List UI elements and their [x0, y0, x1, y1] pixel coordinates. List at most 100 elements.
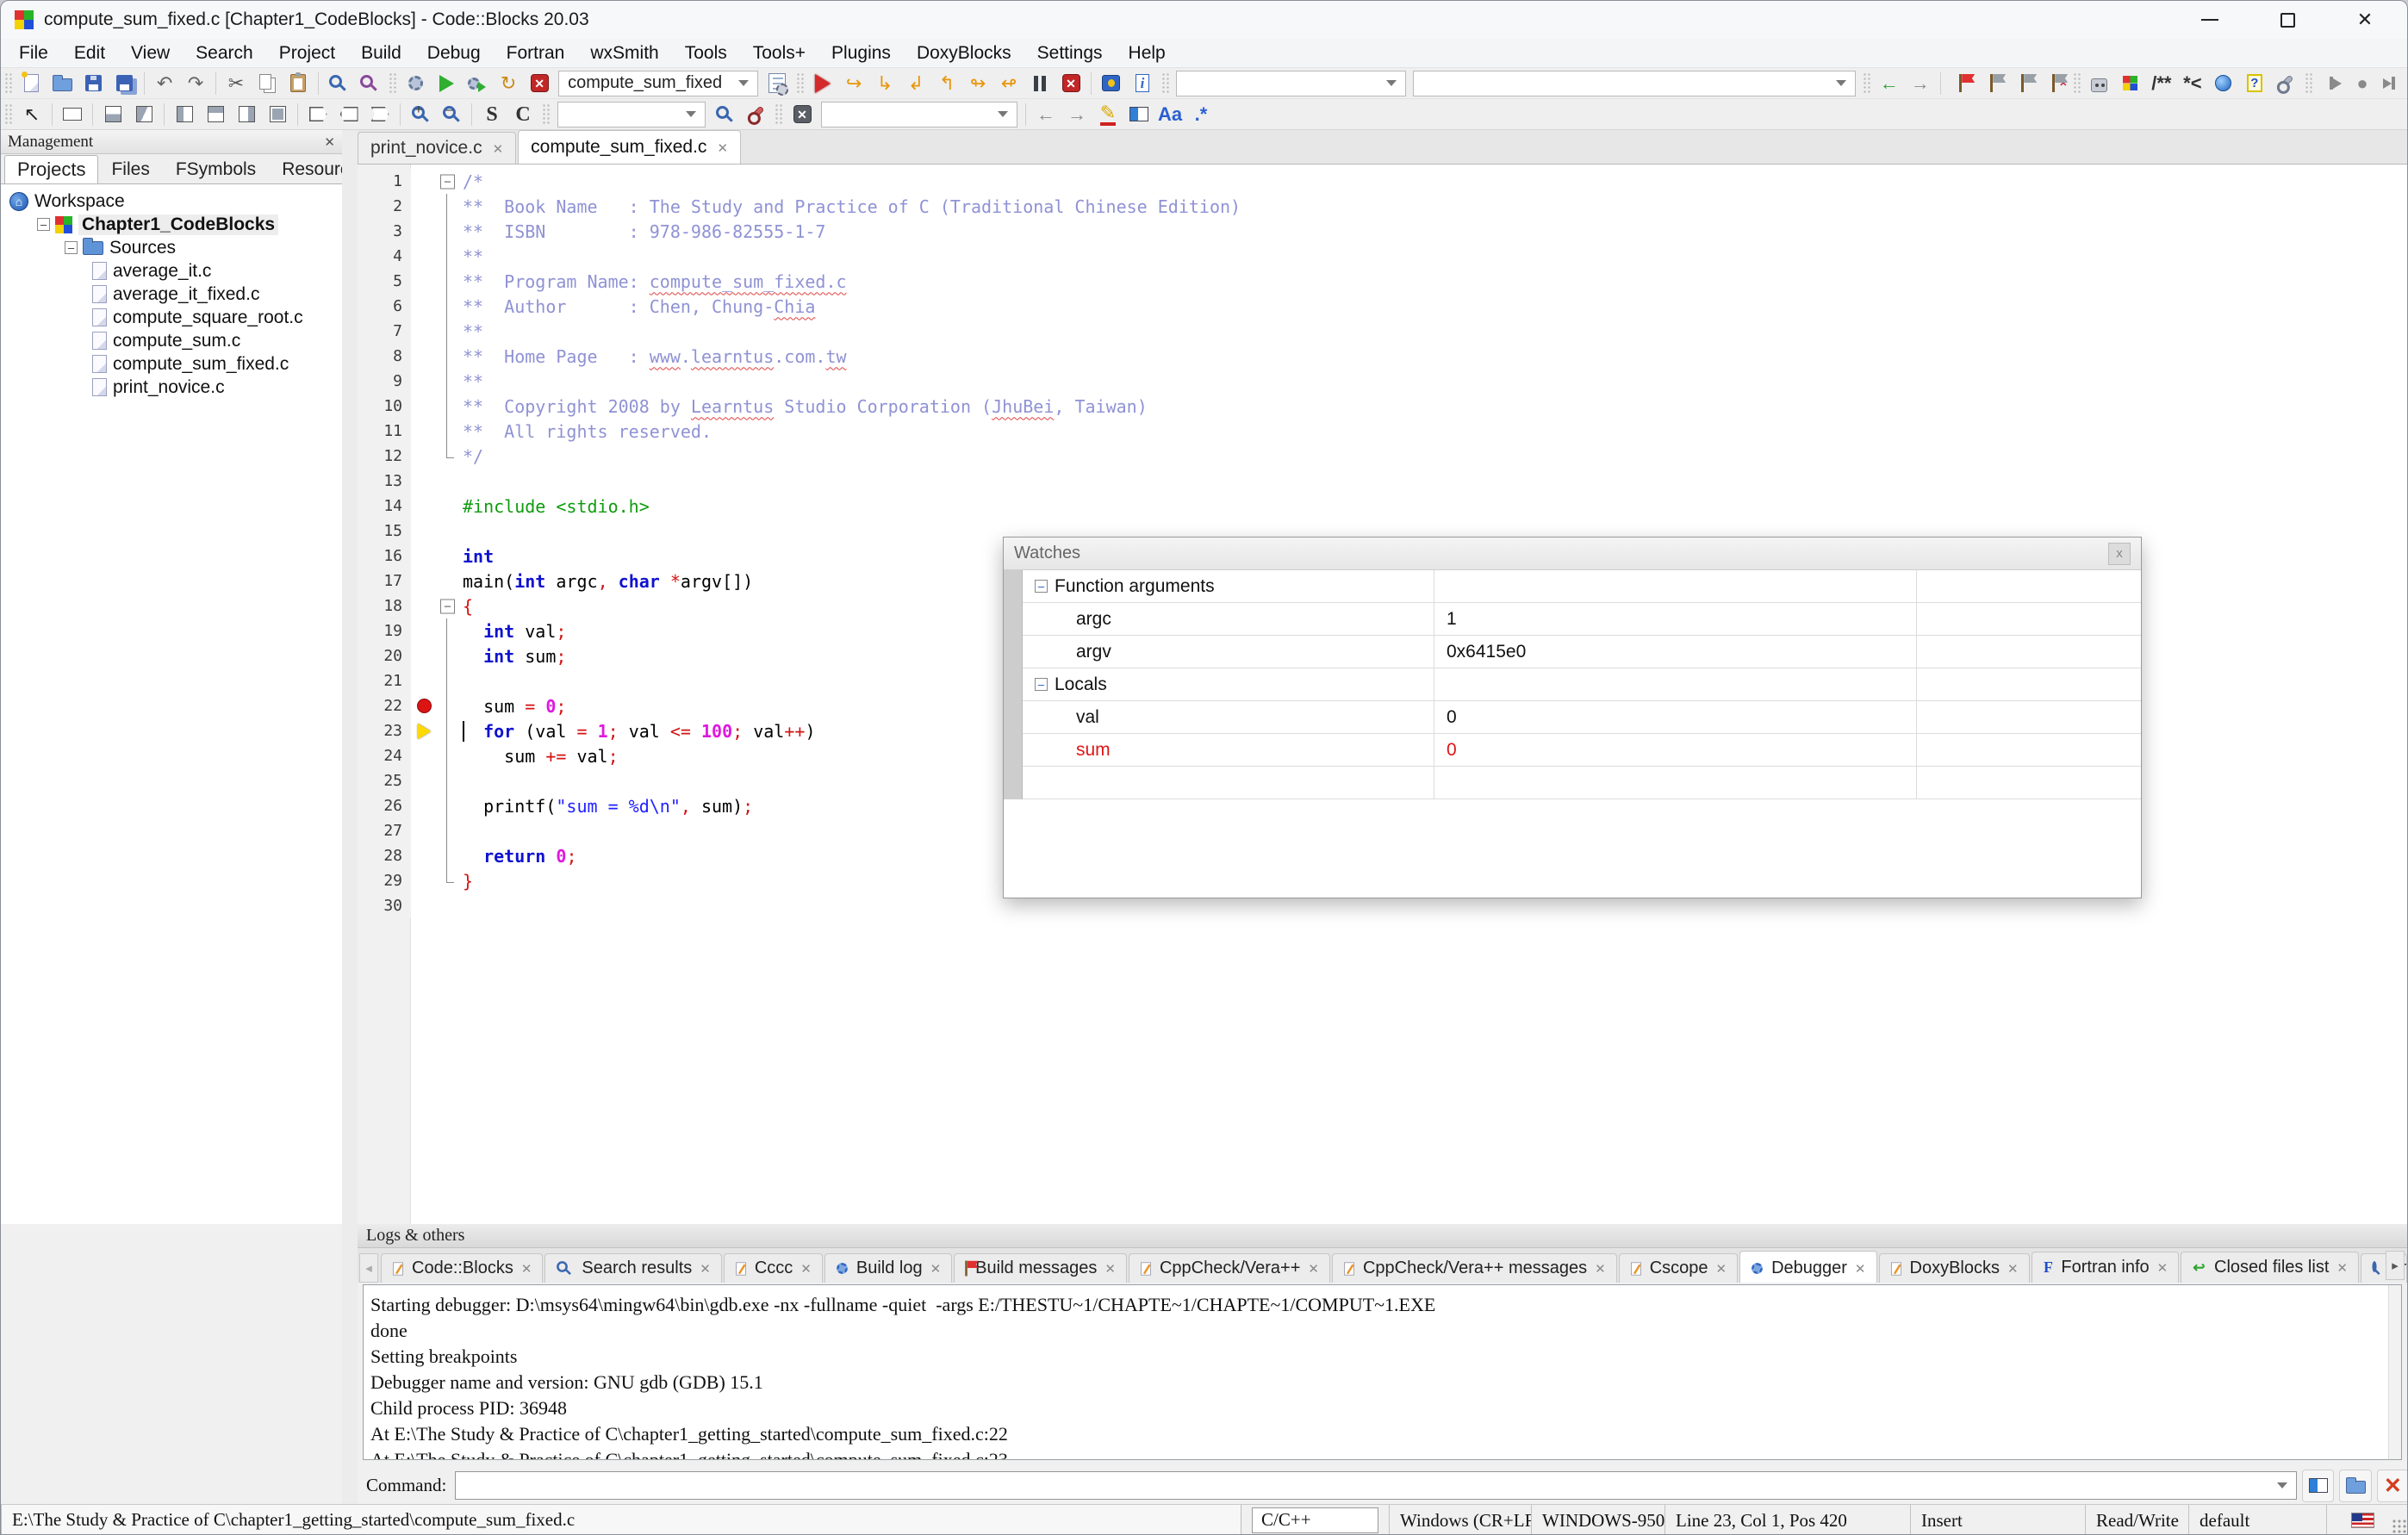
step-into-instruction-icon[interactable]: ↫	[993, 70, 1024, 97]
expander-icon[interactable]	[1035, 678, 1048, 691]
tab-close-icon[interactable]	[2157, 1258, 2168, 1277]
watch-row-locals[interactable]: Locals	[1023, 668, 2141, 701]
code-line-13[interactable]: 13	[358, 469, 2407, 494]
breakpoint-icon[interactable]	[416, 699, 432, 713]
box-left-icon[interactable]	[302, 101, 333, 128]
log-tab-doxyblocks[interactable]: DoxyBlocks	[1878, 1253, 2030, 1283]
line-marker-margin[interactable]	[411, 868, 437, 893]
build-target-combo[interactable]: compute_sum_fixed	[558, 70, 758, 96]
tab-close-icon[interactable]	[1855, 1258, 1866, 1278]
menu-tools-[interactable]: Tools+	[740, 39, 818, 67]
incsearch-next-icon[interactable]	[2378, 70, 2407, 97]
toolbar-grip[interactable]	[4, 71, 13, 95]
doxy-comment-line-icon[interactable]: *<	[2177, 70, 2208, 97]
paste-icon[interactable]	[283, 70, 314, 97]
line-marker-margin[interactable]	[411, 743, 437, 768]
step-out-icon[interactable]: ↰	[931, 70, 962, 97]
line-marker-margin[interactable]	[411, 494, 437, 519]
box-middle-icon[interactable]	[333, 101, 364, 128]
tree-item-workspace[interactable]: Workspace	[1, 190, 342, 213]
code-line-6[interactable]: 6 ** Author : Chen, Chung- Chia	[358, 294, 2407, 319]
line-marker-margin[interactable]	[411, 269, 437, 294]
line-marker-margin[interactable]	[411, 718, 437, 743]
doxy-run-chm-icon[interactable]	[2239, 70, 2270, 97]
tab-close-icon[interactable]	[717, 137, 728, 158]
close-search-icon[interactable]	[787, 101, 818, 128]
line-marker-margin[interactable]	[411, 294, 437, 319]
toolbar-grip[interactable]	[542, 103, 551, 126]
goto-back-icon[interactable]: ←	[1874, 70, 1905, 97]
close-button[interactable]	[2345, 5, 2385, 34]
line-marker-margin[interactable]	[411, 319, 437, 344]
menu-build[interactable]: Build	[348, 39, 414, 67]
tab-close-icon[interactable]	[2336, 1258, 2348, 1277]
menu-tools[interactable]: Tools	[672, 39, 740, 67]
log-tab-cscope[interactable]: Cscope	[1618, 1253, 1739, 1283]
line-marker-margin[interactable]	[411, 194, 437, 219]
tab-close-icon[interactable]	[700, 1258, 711, 1278]
line-marker-margin[interactable]	[411, 469, 437, 494]
redo-icon[interactable]: ↷	[180, 70, 211, 97]
maximize-button[interactable]	[2268, 5, 2307, 34]
minimize-button[interactable]	[2190, 5, 2230, 34]
build-and-run-icon[interactable]	[462, 70, 493, 97]
undo-icon[interactable]: ↶	[149, 70, 180, 97]
style-s-icon[interactable]: S	[476, 101, 507, 128]
tab-close-icon[interactable]	[800, 1258, 812, 1278]
style-c-icon[interactable]: C	[507, 101, 538, 128]
clear-log-button[interactable]	[2376, 1469, 2407, 1502]
save-icon[interactable]	[78, 70, 109, 97]
line-marker-margin[interactable]	[411, 519, 437, 544]
rebuild-icon[interactable]: ↻	[493, 70, 524, 97]
tree-item-average-it-c[interactable]: average_it.c	[1, 259, 342, 283]
line-marker-margin[interactable]	[411, 768, 437, 793]
next-bookmark-icon[interactable]	[2007, 70, 2038, 97]
line-marker-margin[interactable]	[411, 793, 437, 818]
tab-close-icon[interactable]	[930, 1258, 942, 1278]
regex-icon[interactable]: .*	[1185, 101, 1216, 128]
line-marker-margin[interactable]	[411, 344, 437, 369]
command-input[interactable]	[455, 1471, 2298, 1500]
tab-close-icon[interactable]	[1595, 1258, 1606, 1278]
expander-icon[interactable]	[1035, 580, 1048, 593]
toolbar-grip[interactable]	[795, 71, 805, 95]
stop-debugger-icon[interactable]	[1055, 70, 1086, 97]
wxsmith-frame-icon[interactable]	[57, 101, 88, 128]
panel-splitter[interactable]	[342, 130, 358, 1504]
find-icon[interactable]	[323, 70, 354, 97]
doxy-extract-docs-icon[interactable]	[2084, 70, 2115, 97]
line-marker-margin[interactable]	[411, 668, 437, 693]
line-marker-margin[interactable]	[411, 593, 437, 618]
line-marker-margin[interactable]	[411, 893, 437, 918]
log-tab-build-log[interactable]: Build log	[824, 1253, 953, 1283]
zoom-out-icon[interactable]	[436, 101, 467, 128]
tab-close-icon[interactable]	[521, 1258, 532, 1278]
build-icon[interactable]	[400, 70, 431, 97]
menu-help[interactable]: Help	[1116, 39, 1179, 67]
selected-text-only-icon[interactable]	[1123, 101, 1154, 128]
code-line-5[interactable]: 5 ** Program Name: compute_sum_fixed.c	[358, 269, 2407, 294]
debug-info-icon[interactable]	[1127, 70, 1158, 97]
code-line-4[interactable]: 4 **	[358, 244, 2407, 269]
watch-row-argc[interactable]: argc 1	[1023, 603, 2141, 636]
expander-icon[interactable]	[37, 218, 50, 231]
code-line-9[interactable]: 9 **	[358, 369, 2407, 394]
save-all-icon[interactable]	[109, 70, 140, 97]
align-left-icon[interactable]	[169, 101, 200, 128]
line-marker-margin[interactable]	[411, 618, 437, 643]
align-fill-icon[interactable]	[262, 101, 293, 128]
zoom-in-icon[interactable]	[405, 101, 436, 128]
tab-close-icon[interactable]	[493, 138, 504, 158]
symbol-settings-icon[interactable]	[740, 101, 771, 128]
new-file-icon[interactable]	[16, 70, 47, 97]
management-close-icon[interactable]	[324, 133, 335, 152]
menu-view[interactable]: View	[118, 39, 183, 67]
box-right-icon[interactable]	[364, 101, 395, 128]
code-line-3[interactable]: 3 ** ISBN : 978-986-82555-1-7	[358, 219, 2407, 244]
logs-tab-scroll-right[interactable]	[2386, 1251, 2405, 1280]
incremental-search-combo[interactable]	[1176, 70, 1406, 96]
editor-tab-compute-sum-fixed-c[interactable]: compute_sum_fixed.c	[518, 130, 742, 164]
toolbar-grip[interactable]	[1862, 71, 1870, 95]
line-marker-margin[interactable]	[411, 818, 437, 843]
watches-caption[interactable]: Watches	[1004, 538, 2141, 570]
